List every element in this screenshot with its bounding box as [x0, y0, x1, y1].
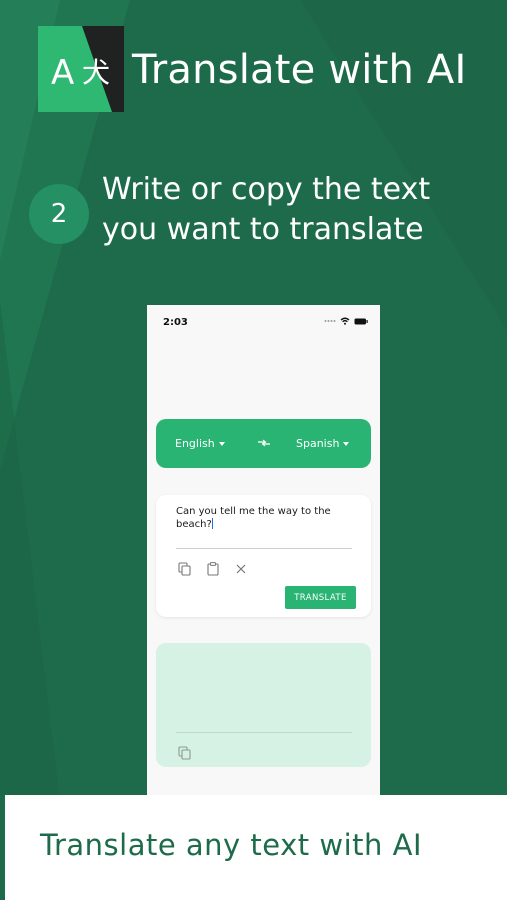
wifi-icon	[340, 317, 350, 325]
source-text-value: Can you tell me the way to the beach?	[176, 506, 331, 530]
swap-languages-button[interactable]	[257, 437, 271, 452]
copy-icon	[178, 746, 191, 760]
text-cursor	[211, 518, 213, 529]
copy-icon[interactable]	[178, 562, 191, 576]
bottom-banner: Translate any text with AI	[0, 795, 507, 900]
step-description: Write or copy the text you want to trans…	[102, 172, 431, 247]
status-icons	[324, 317, 368, 325]
target-language-dropdown[interactable]: Spanish	[296, 437, 350, 450]
status-bar: 2:03	[147, 305, 380, 341]
source-text-input[interactable]: Can you tell me the way to the beach?	[176, 506, 336, 531]
translate-button[interactable]: TRANSLATE	[285, 586, 356, 609]
input-toolbar	[178, 562, 247, 576]
logo-letter: A	[51, 53, 74, 93]
chevron-down-icon	[343, 441, 350, 446]
source-language-dropdown[interactable]: English	[175, 437, 225, 450]
signal-dots-icon	[324, 320, 336, 322]
clear-icon[interactable]	[235, 563, 247, 575]
phone-screen: 2:03 English Spanish Can you tell me the…	[147, 305, 380, 800]
source-language-label: English	[175, 437, 215, 450]
chevron-down-icon	[218, 441, 225, 446]
banner-text: Translate any text with AI	[40, 828, 423, 862]
swap-arrows-icon	[258, 439, 270, 447]
logo-glyph: 犬	[82, 56, 110, 89]
output-copy-button[interactable]	[178, 745, 191, 764]
language-selector-bar: English Spanish	[156, 419, 371, 468]
status-time: 2:03	[163, 317, 188, 328]
app-logo: A 犬	[38, 26, 124, 112]
input-underline	[176, 548, 352, 549]
page-title: Translate with AI	[132, 47, 467, 93]
battery-icon	[354, 318, 368, 324]
output-card	[156, 643, 371, 767]
output-underline	[176, 732, 352, 733]
paste-icon[interactable]	[207, 562, 219, 576]
target-language-label: Spanish	[296, 437, 340, 450]
step-number-badge: 2	[29, 184, 89, 244]
banner-accent	[0, 795, 5, 900]
input-card: Can you tell me the way to the beach? TR…	[156, 495, 371, 617]
